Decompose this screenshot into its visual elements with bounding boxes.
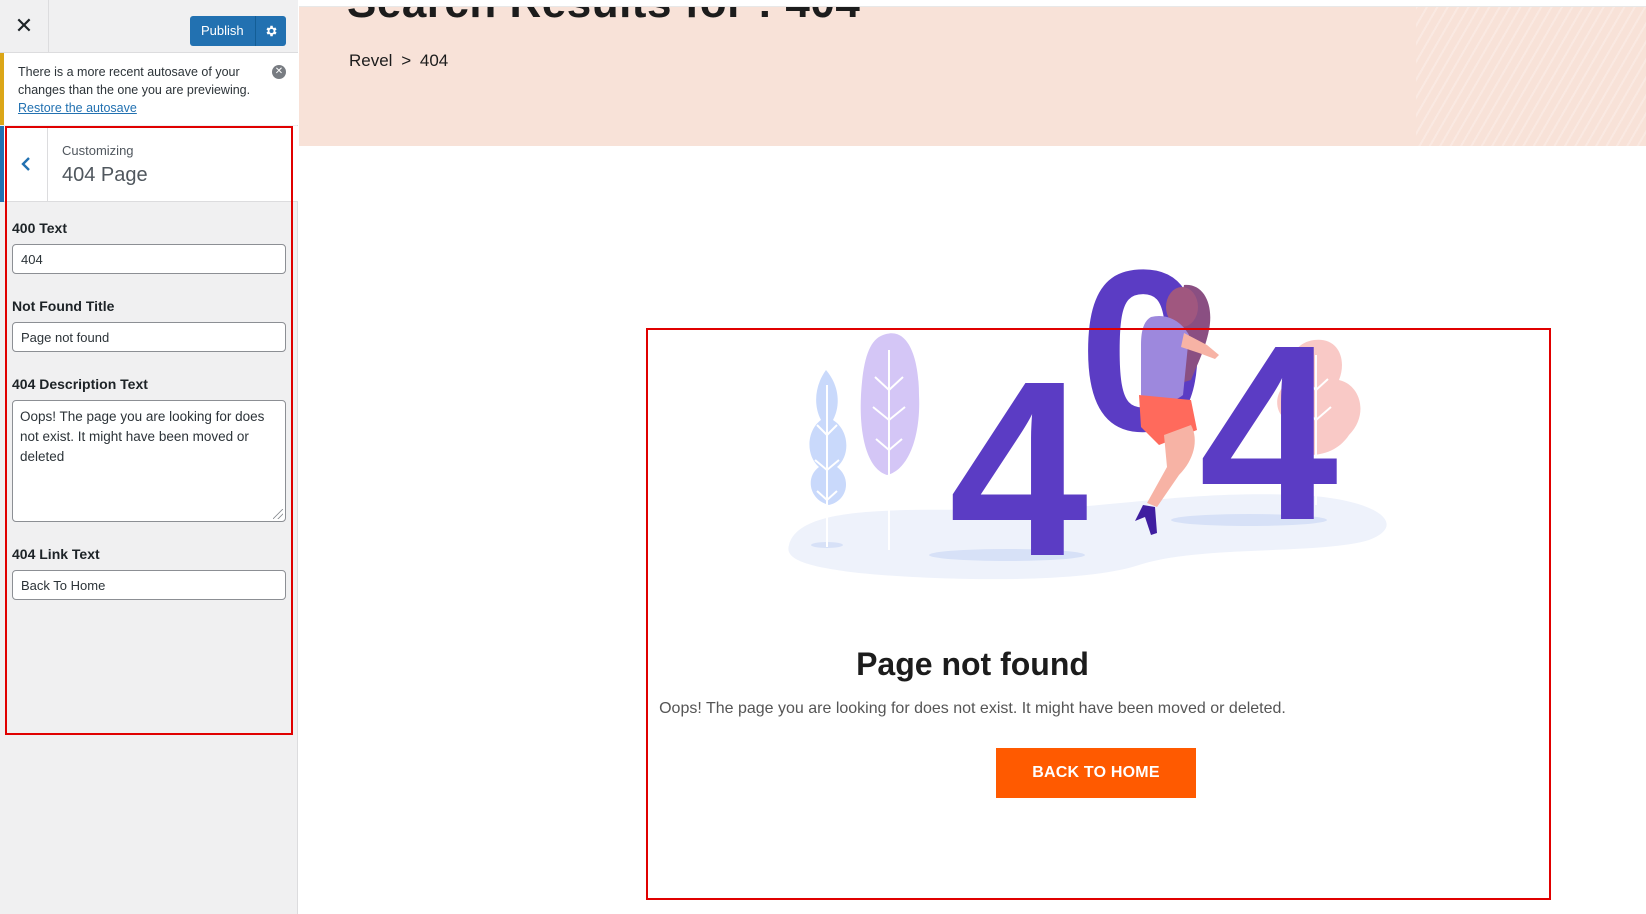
autosave-notice: There is a more recent autosave of your … [0, 53, 298, 125]
description-text-label: 404 Description Text [12, 376, 148, 392]
breadcrumb: Revel > 404 [347, 51, 450, 71]
not-found-title: Page not found [856, 646, 1089, 682]
site-preview: Search Results for : 404 Revel > 404 4 0… [299, 0, 1646, 914]
page-hero: Search Results for : 404 Revel > 404 [299, 6, 1646, 146]
code-text-input[interactable]: 404 [12, 244, 286, 274]
breadcrumb-separator: > [401, 51, 412, 70]
restore-autosave-link[interactable]: Restore the autosave [18, 101, 137, 115]
section-header: Customizing 404 Page [0, 126, 298, 202]
404-illustration: 4 0 4 [788, 255, 1387, 608]
breadcrumb-current: 404 [419, 51, 449, 70]
chevron-left-icon [20, 157, 30, 171]
dismiss-icon[interactable]: ✕ [272, 65, 286, 79]
preview-top-edge [299, 0, 1646, 7]
not-found-title-input[interactable]: Page not found [12, 322, 286, 352]
gear-icon[interactable] [255, 16, 286, 46]
publish-button[interactable]: Publish [190, 16, 256, 46]
resize-handle-icon[interactable] [273, 509, 283, 519]
breadcrumb-home[interactable]: Revel [349, 51, 392, 70]
not-found-title-label: Not Found Title [12, 298, 115, 314]
digit-left-four: 4 [949, 329, 1088, 608]
publish-group: Publish [190, 16, 286, 46]
back-button[interactable] [4, 126, 48, 202]
close-icon[interactable]: ✕ [0, 0, 49, 52]
digit-right-four: 4 [1199, 293, 1338, 572]
link-text-label: 404 Link Text [12, 546, 100, 562]
code-text-label: 400 Text [12, 220, 67, 236]
customizer-header: ✕ Publish [0, 0, 298, 53]
link-text-input[interactable]: Back To Home [12, 570, 286, 600]
notice-text: There is a more recent autosave of your … [18, 65, 251, 97]
customizing-label: Customizing [62, 143, 134, 158]
not-found-description: Oops! The page you are looking for does … [659, 700, 1286, 717]
description-textarea-value: Oops! The page you are looking for does … [20, 409, 265, 464]
customizer-sidebar: ✕ Publish There is a more recent autosav… [0, 0, 298, 914]
hero-title: Search Results for : 404 [347, 6, 860, 28]
controls-panel: 400 Text 404 Not Found Title Page not fo… [12, 220, 286, 624]
description-textarea[interactable]: Oops! The page you are looking for does … [12, 400, 286, 522]
section-title: 404 Page [62, 164, 148, 186]
back-to-home-button[interactable]: BACK TO HOME [996, 748, 1196, 798]
